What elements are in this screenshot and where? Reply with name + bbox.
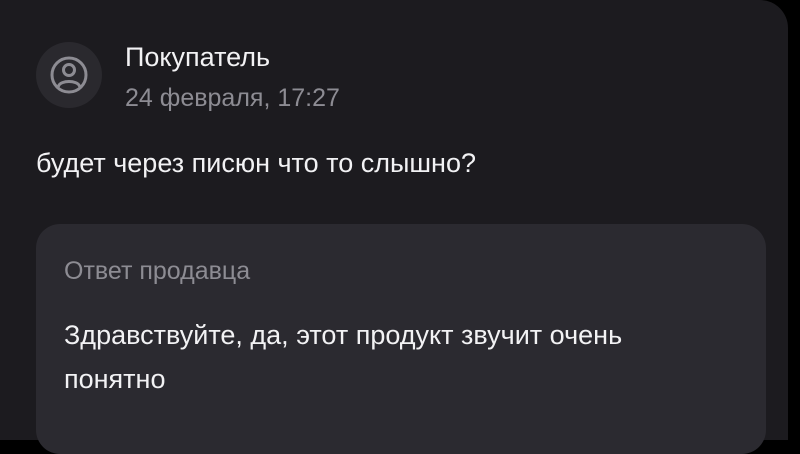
review-card: Покупатель 24 февраля, 17:27 будет через… — [0, 0, 788, 454]
author-name: Покупатель — [125, 42, 271, 72]
seller-reply-text: Здравствуйте, да, этот продукт звучит оч… — [64, 320, 623, 394]
seller-reply-title: Ответ продавца — [64, 257, 251, 285]
review-text: будет через писюн что то слышно? — [36, 148, 476, 178]
avatar — [36, 42, 102, 108]
user-circle-icon — [50, 56, 88, 94]
review-date: 24 февраля, 17:27 — [125, 84, 340, 112]
seller-reply-box: Ответ продавца Здравствуйте, да, этот пр… — [36, 224, 766, 454]
